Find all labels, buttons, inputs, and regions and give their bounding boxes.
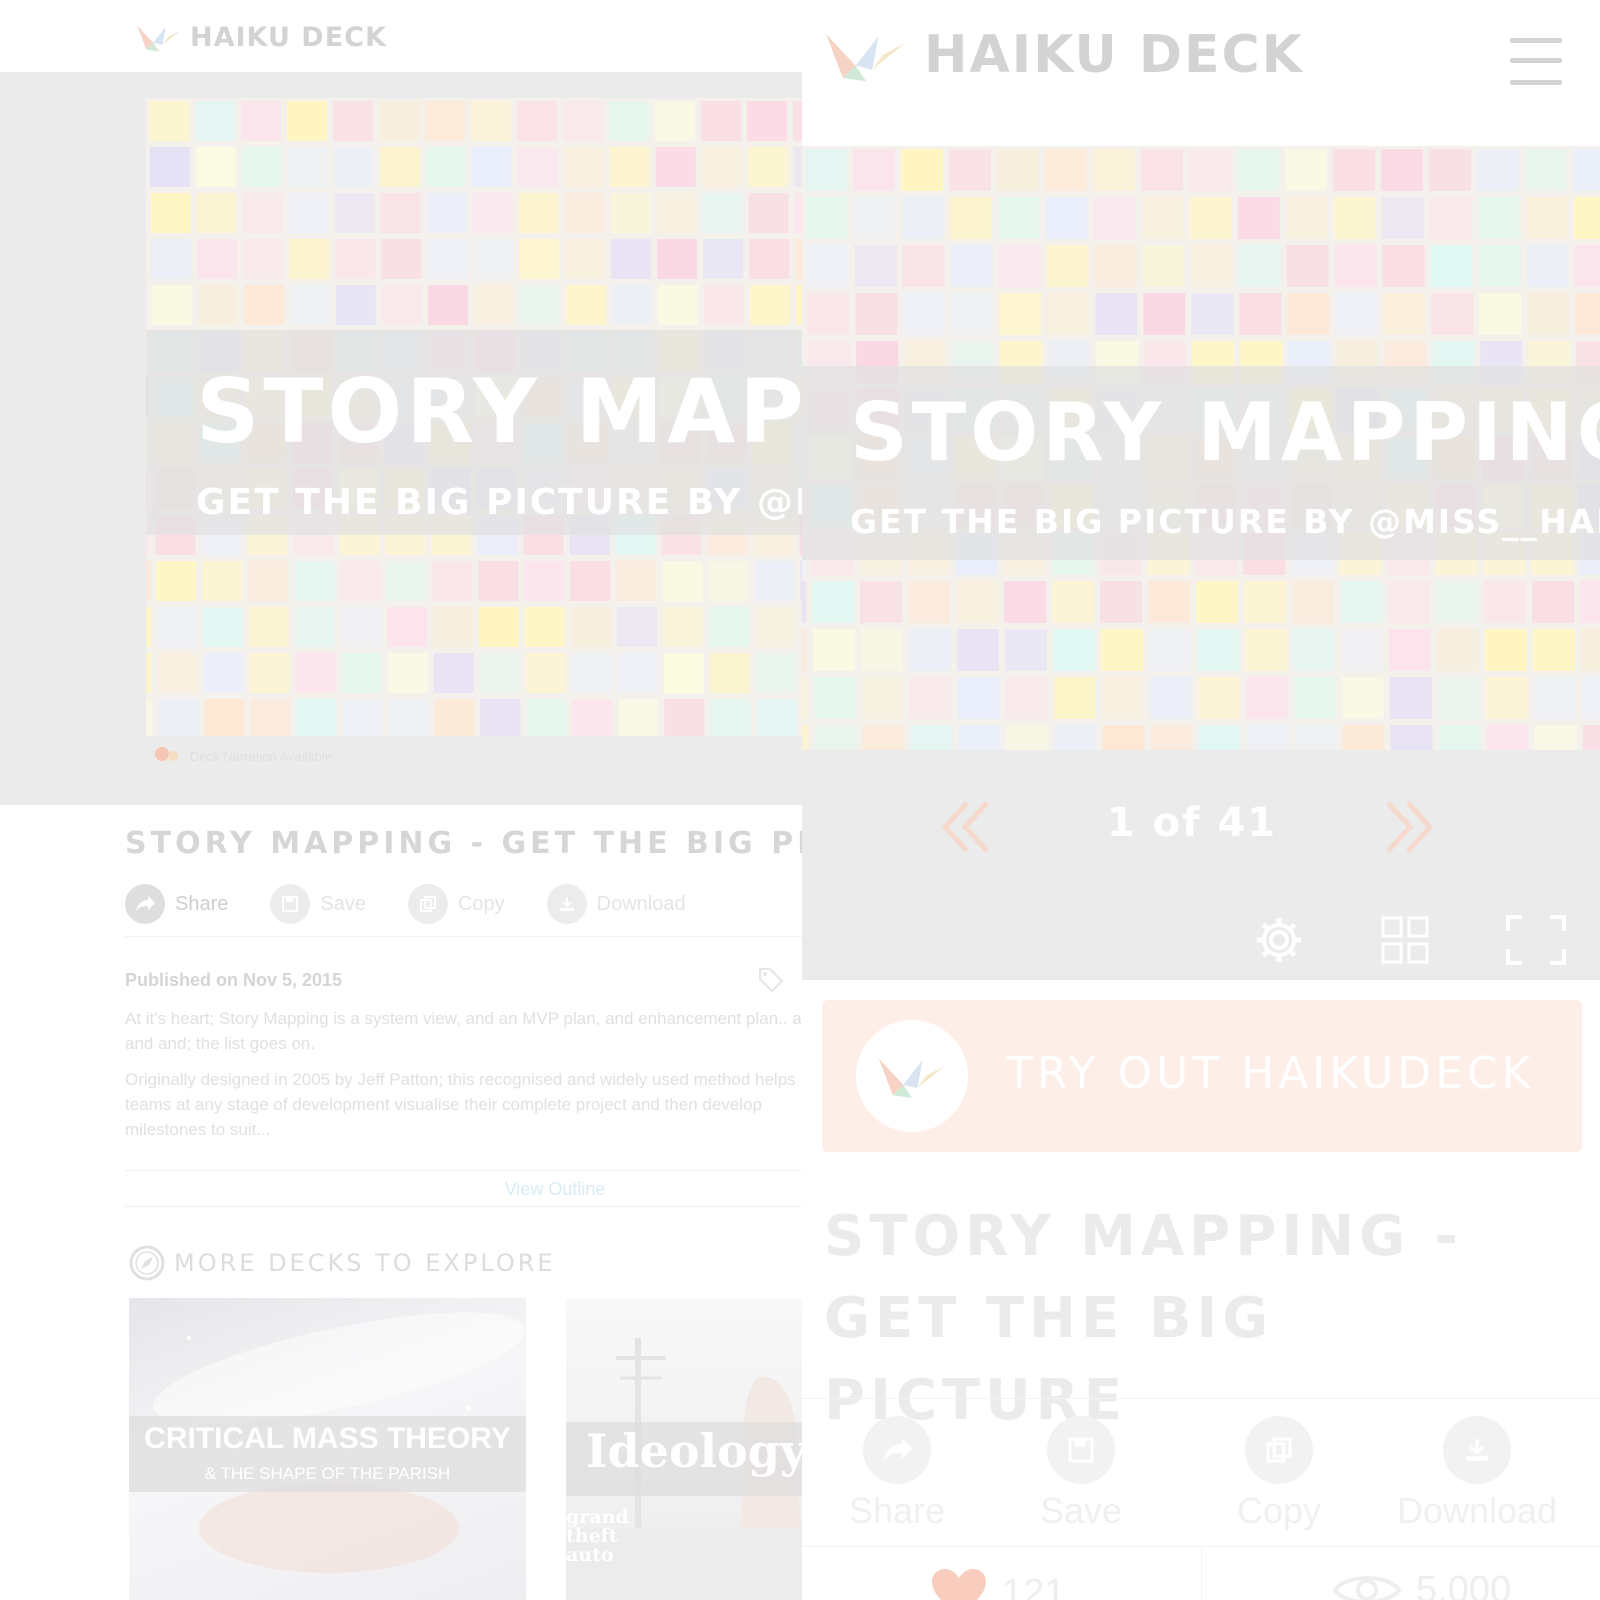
divider xyxy=(125,1206,802,1207)
eye-icon xyxy=(1332,1576,1402,1600)
desktop-header: HAIKU DECK xyxy=(0,0,802,73)
more-decks-heading: MORE DECKS TO EXPLORE xyxy=(128,1244,556,1282)
likes-count: 121 xyxy=(1002,1571,1066,1600)
save-button[interactable]: Save xyxy=(270,884,366,924)
slide-counter: 1 of 41 xyxy=(1106,800,1278,846)
slide-navigation: 1 of 41 xyxy=(802,750,1600,980)
game-logo-text: grand theft auto xyxy=(566,1506,629,1566)
save-label: Save xyxy=(320,892,366,915)
copy-icon xyxy=(1245,1416,1313,1484)
haiku-deck-logo[interactable]: HAIKU DECK xyxy=(136,18,387,56)
mobile-view: HAIKU DECK STORY MAPPING GET THE BIG PIC… xyxy=(802,0,1600,1600)
grid-icon xyxy=(1381,916,1429,964)
deck-description: At it's heart; Story Mapping is a system… xyxy=(125,1009,802,1053)
save-icon xyxy=(270,884,311,924)
narration-indicator: Deck Narration Available xyxy=(154,745,332,767)
tags-link[interactable] xyxy=(757,966,787,993)
deck-actions: Share Save Copy Download xyxy=(802,1410,1600,1532)
brand-name: HAIKU DECK xyxy=(924,25,1304,85)
slide-stage: STORY MAPP GET THE BIG PICTURE BY @MISS_… xyxy=(0,73,802,805)
views-stat: 5,000 xyxy=(1332,1568,1511,1600)
card-title: Ideology in xyxy=(586,1424,802,1478)
views-count: 5,000 xyxy=(1416,1568,1512,1600)
haiku-deck-logo[interactable]: HAIKU DECK xyxy=(824,22,1304,88)
double-chevron-right-icon xyxy=(1386,801,1434,853)
deck-stats: 121 5,000 xyxy=(802,1548,1600,1600)
deck-title: STORY MAPPING - GET THE BIG PICTURE xyxy=(824,1204,1463,1433)
slide-subtitle: GET THE BIG PICTURE BY @MISS__HALEY xyxy=(850,502,1600,541)
download-label: Download xyxy=(596,892,686,915)
save-label: Save xyxy=(1039,1490,1123,1531)
slide-subtitle: GET THE BIG PICTURE BY @MISS_ xyxy=(196,482,802,523)
tag-icon xyxy=(759,968,784,993)
download-button[interactable]: Download xyxy=(546,884,686,924)
more-decks-label: MORE DECKS TO EXPLORE xyxy=(174,1249,556,1277)
divider xyxy=(802,1398,1600,1399)
hamburger-menu-icon[interactable] xyxy=(1510,36,1562,88)
likes-stat[interactable]: 121 xyxy=(930,1568,1065,1600)
cta-label: TRY OUT HAIKUDECK xyxy=(1006,1048,1535,1099)
copy-button[interactable]: Copy xyxy=(1184,1410,1374,1532)
download-icon xyxy=(546,884,587,924)
deck-title: STORY MAPPING - GET THE BIG PICTURE xyxy=(125,826,802,861)
deck-description-continued: Originally designed in 2005 by Jeff Patt… xyxy=(125,1070,796,1139)
microphone-icon xyxy=(155,747,178,761)
narration-label: Deck Narration Available xyxy=(190,748,333,764)
share-icon xyxy=(125,884,165,924)
brand-name: HAIKU DECK xyxy=(190,21,387,53)
download-icon xyxy=(1443,1416,1511,1484)
desktop-view: HAIKU DECK STORY MAPP GET THE BIG PICTUR… xyxy=(0,0,802,1600)
download-button[interactable]: Download xyxy=(1372,1410,1582,1532)
view-outline-link[interactable]: View Outline xyxy=(125,1179,802,1200)
mobile-header: HAIKU DECK xyxy=(802,0,1600,146)
crane-logo-icon xyxy=(137,25,181,52)
save-button[interactable]: Save xyxy=(986,1410,1176,1532)
compass-icon xyxy=(129,1245,165,1281)
crane-logo-icon xyxy=(826,34,906,82)
slide-title: STORY MAPP xyxy=(196,360,802,463)
share-button[interactable]: Share xyxy=(802,1410,992,1532)
card-title: CRITICAL MASS THEORY xyxy=(144,1422,511,1455)
deck-actions: Share Save Copy Download xyxy=(125,884,686,924)
grid-view-button[interactable] xyxy=(1380,915,1430,965)
try-haikudeck-button[interactable]: TRY OUT HAIKUDECK xyxy=(822,1000,1582,1152)
fullscreen-icon xyxy=(1506,915,1566,965)
fullscreen-button[interactable] xyxy=(1506,915,1566,965)
slide-title: STORY MAPPING xyxy=(850,386,1600,479)
slide-viewer[interactable]: STORY MAPP GET THE BIG PICTURE BY @MISS_ xyxy=(146,98,802,736)
copy-label: Copy xyxy=(1236,1490,1322,1531)
published-date: Published on Nov 5, 2015 xyxy=(125,970,343,990)
copy-icon xyxy=(407,884,448,924)
save-icon xyxy=(1047,1416,1115,1484)
crane-logo-icon xyxy=(856,1020,968,1132)
card-subtitle: & THE SHAPE OF THE PARISH xyxy=(204,1464,451,1483)
gear-icon xyxy=(1257,918,1301,962)
heart-icon xyxy=(932,1569,986,1600)
deck-card-ideology[interactable]: Ideology in grand theft auto xyxy=(566,1298,802,1600)
share-icon xyxy=(863,1416,931,1484)
next-slide-button[interactable] xyxy=(1368,792,1448,862)
previous-slide-button[interactable] xyxy=(927,792,1007,862)
share-label: Share xyxy=(175,892,229,915)
copy-label: Copy xyxy=(457,892,505,915)
copy-button[interactable]: Copy xyxy=(407,884,505,924)
divider xyxy=(802,1546,1600,1547)
download-label: Download xyxy=(1396,1490,1558,1531)
divider xyxy=(125,1170,802,1171)
deck-card-critical-mass[interactable]: CRITICAL MASS THEORY & THE SHAPE OF THE … xyxy=(129,1298,526,1600)
slide-viewer[interactable]: STORY MAPPING GET THE BIG PICTURE BY @MI… xyxy=(802,146,1600,750)
share-label: Share xyxy=(848,1490,946,1531)
divider xyxy=(125,936,802,937)
share-button[interactable]: Share xyxy=(125,884,228,924)
double-chevron-left-icon xyxy=(941,801,989,853)
settings-button[interactable] xyxy=(1254,915,1304,965)
